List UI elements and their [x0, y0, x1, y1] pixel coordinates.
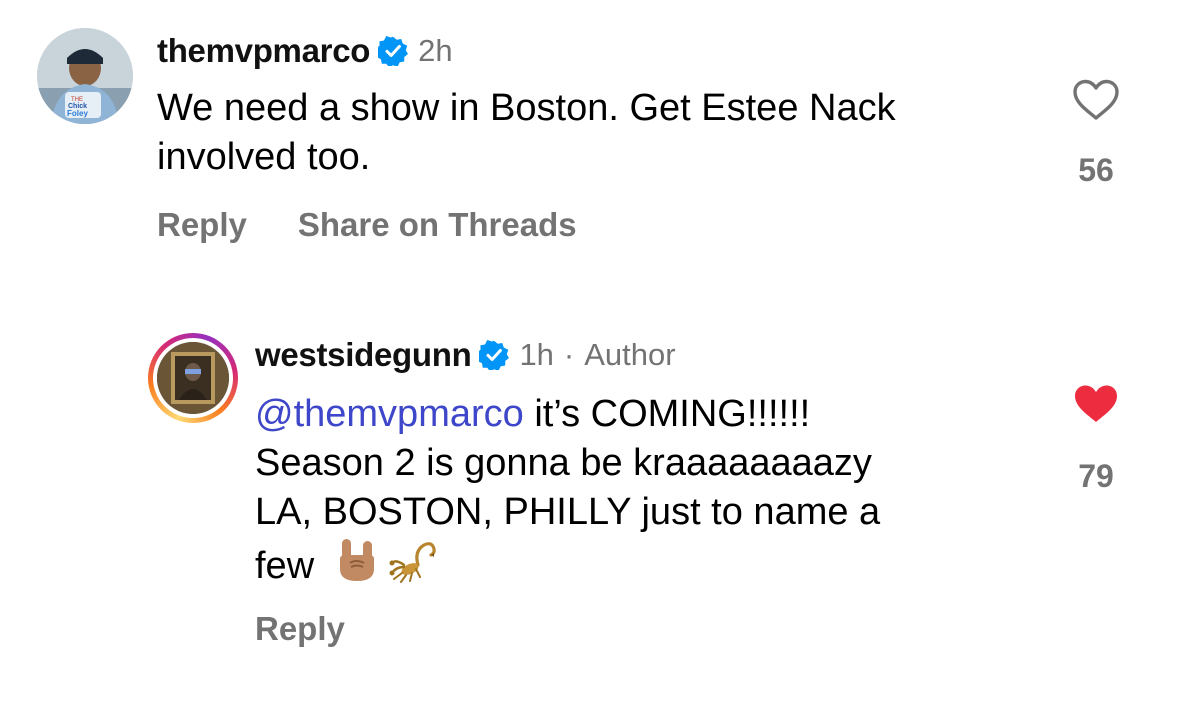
- comment-text-fragment: few: [255, 545, 315, 587]
- reply-button[interactable]: Reply: [255, 610, 345, 648]
- like-button[interactable]: [1072, 79, 1120, 126]
- avatar-photo: [157, 342, 229, 414]
- like-button[interactable]: [1072, 383, 1120, 430]
- like-count: 79: [1078, 458, 1114, 494]
- avatar-ring-gap: [153, 338, 233, 418]
- avatar-themvpmarco[interactable]: THE Chick Foley: [37, 28, 133, 124]
- comment-text-line: involved too.: [157, 136, 371, 178]
- comment-header: themvpmarco 2h: [157, 32, 453, 70]
- avatar-photo: THE Chick Foley: [37, 28, 133, 124]
- username[interactable]: themvpmarco: [157, 32, 370, 70]
- mention-link[interactable]: @themvpmarco: [255, 393, 524, 435]
- like-count: 56: [1078, 152, 1114, 188]
- comment-text-line: Season 2 is gonna be kraaaaaaaazy: [255, 442, 872, 484]
- heart-outline-icon: [1073, 79, 1119, 120]
- comment-text-line: @themvpmarco it’s COMING!!!!!!: [255, 390, 880, 439]
- comment-actions: Reply: [255, 610, 345, 648]
- comment-text: We need a show in Boston. Get Estee Nack…: [157, 84, 896, 182]
- verified-badge-icon: [378, 36, 409, 66]
- avatar-westsidegunn[interactable]: [148, 333, 238, 423]
- comment-text: @themvpmarco it’s COMING!!!!!! Season 2 …: [255, 390, 880, 596]
- comment-text-line: LA, BOSTON, PHILLY just to name a: [255, 491, 881, 533]
- comment-header: westsidegunn 1h · Author: [255, 336, 676, 374]
- scorpion-emoji: [388, 537, 440, 596]
- avatar-shirt-text-3: Foley: [67, 109, 88, 118]
- comment-text-line: We need a show in Boston. Get Estee Nack: [157, 87, 896, 129]
- reply-button[interactable]: Reply: [157, 206, 247, 244]
- comment-actions: Reply Share on Threads: [157, 206, 577, 244]
- heart-filled-icon: [1075, 385, 1117, 422]
- author-badge: Author: [584, 337, 676, 372]
- comment-time: 2h: [418, 33, 453, 68]
- verified-badge-icon: [479, 340, 510, 370]
- separator-dot: ·: [563, 337, 575, 372]
- comment-text-line-last: few: [255, 537, 880, 596]
- username[interactable]: westsidegunn: [255, 336, 472, 374]
- comment-time: 1h: [519, 337, 554, 372]
- sign-of-horns-emoji: [336, 537, 376, 596]
- comment-text-fragment: it’s COMING!!!!!!: [523, 393, 811, 435]
- share-on-threads-button[interactable]: Share on Threads: [298, 206, 577, 244]
